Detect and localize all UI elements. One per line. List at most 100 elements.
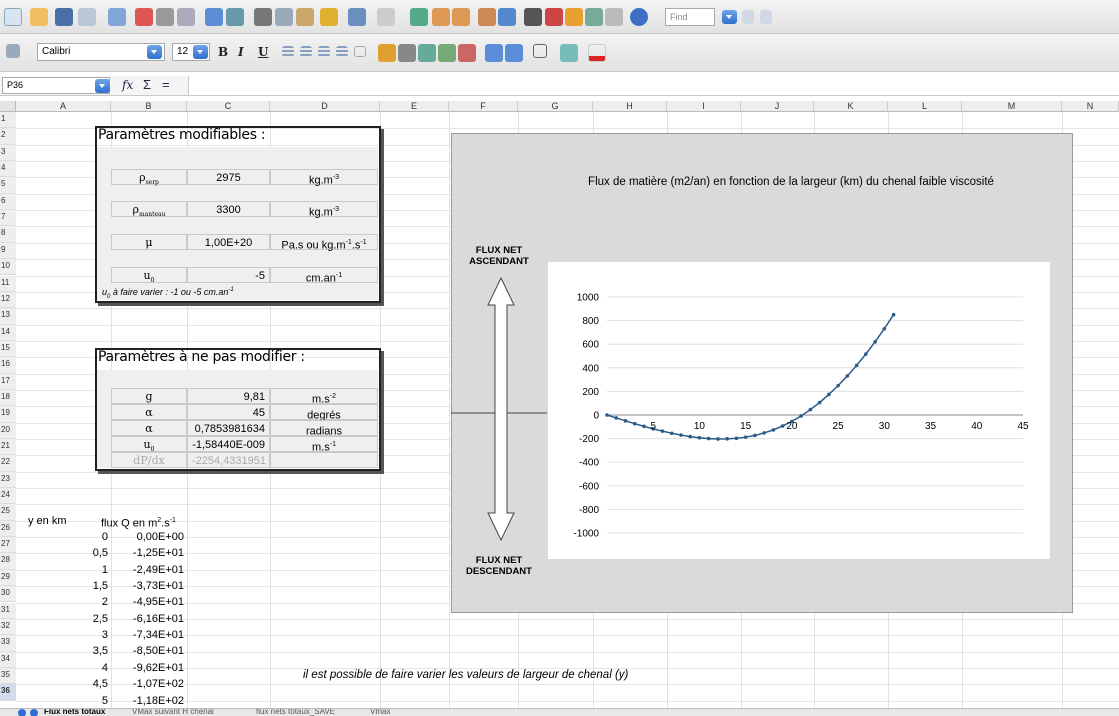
row-header-14[interactable]: 14	[0, 324, 16, 341]
column-header-k[interactable]: K	[814, 101, 888, 112]
row-header-32[interactable]: 32	[0, 618, 16, 636]
row-header-11[interactable]: 11	[0, 275, 16, 292]
column-header-n[interactable]: N	[1062, 101, 1119, 112]
justify-icon[interactable]	[336, 46, 348, 57]
fixed-param-unit-0[interactable]: m.s-2	[270, 388, 378, 406]
y-km-cell[interactable]: 3	[16, 628, 108, 642]
column-header-d[interactable]: D	[270, 101, 380, 112]
param-symbol-2[interactable]: μ	[111, 234, 187, 251]
tab-scroll-right-icon[interactable]	[30, 709, 38, 716]
fixed-param-symbol-1[interactable]: α	[111, 404, 187, 421]
flux-q-cell[interactable]: -1,07E+02	[111, 677, 184, 691]
row-header-25[interactable]: 25	[0, 504, 16, 521]
flux-q-cell[interactable]: -7,34E+01	[111, 628, 184, 642]
font-name-select[interactable]: Calibri	[37, 43, 165, 61]
row-header-9[interactable]: 9	[0, 242, 16, 260]
flux-q-cell[interactable]: -3,73E+01	[111, 579, 184, 593]
find-next-icon[interactable]	[742, 10, 754, 24]
row-header-27[interactable]: 27	[0, 537, 16, 554]
new-document-icon[interactable]	[4, 8, 22, 26]
column-header-b[interactable]: B	[111, 101, 187, 112]
flux-q-cell[interactable]: -1,25E+01	[111, 546, 184, 560]
column-header-e[interactable]: E	[380, 101, 449, 112]
row-header-31[interactable]: 31	[0, 602, 16, 619]
row-header-33[interactable]: 33	[0, 635, 16, 652]
y-km-cell[interactable]: 1,5	[16, 579, 108, 593]
flux-q-cell[interactable]: 0,00E+00	[111, 530, 184, 544]
data-sources-icon[interactable]	[585, 8, 603, 26]
function-equals-icon[interactable]: =	[162, 77, 170, 92]
fixed-param-value-1[interactable]: 45	[187, 404, 270, 421]
tab-vmax[interactable]: Vmax	[370, 709, 390, 716]
y-km-cell[interactable]: 2,5	[16, 612, 108, 626]
y-km-cell[interactable]: 4	[16, 661, 108, 675]
align-right-icon[interactable]	[318, 46, 330, 57]
save-icon[interactable]	[55, 8, 73, 26]
row-header-13[interactable]: 13	[0, 308, 16, 325]
row-header-34[interactable]: 34	[0, 651, 16, 668]
column-header-a[interactable]: A	[16, 101, 111, 112]
y-km-cell[interactable]: 3,5	[16, 644, 108, 658]
find-previous-icon[interactable]	[760, 10, 772, 24]
print-preview-icon[interactable]	[177, 8, 195, 26]
underline-button[interactable]: U	[258, 45, 268, 59]
flux-chart[interactable]: Flux de matière (m2/an) en fonction de l…	[451, 133, 1073, 613]
row-header-8[interactable]: 8	[0, 226, 16, 243]
y-km-cell[interactable]: 1	[16, 563, 108, 577]
row-header-19[interactable]: 19	[0, 406, 16, 423]
fixed-param-symbol-4[interactable]: dP/dx	[111, 452, 187, 469]
row-header-16[interactable]: 16	[0, 357, 16, 374]
fixed-param-symbol-3[interactable]: u0	[111, 436, 187, 453]
row-header-20[interactable]: 20	[0, 422, 16, 439]
column-header-i[interactable]: I	[667, 101, 741, 112]
row-header-29[interactable]: 29	[0, 569, 16, 587]
param-symbol-3[interactable]: u0	[111, 267, 187, 284]
param-value-2[interactable]: 1,00E+20	[187, 234, 270, 251]
y-km-cell[interactable]: 5	[16, 694, 108, 708]
navigator-icon[interactable]	[545, 8, 563, 26]
cut-icon[interactable]	[254, 8, 272, 26]
name-box-dropdown[interactable]	[95, 79, 110, 93]
row-header-22[interactable]: 22	[0, 455, 16, 472]
param-symbol-1[interactable]: ρmanteau	[111, 201, 187, 218]
function-wizard-icon[interactable]: fx	[122, 78, 133, 92]
row-header-35[interactable]: 35	[0, 667, 16, 685]
row-header-6[interactable]: 6	[0, 193, 16, 211]
email-icon[interactable]	[78, 8, 96, 26]
font-color-icon[interactable]	[588, 44, 606, 62]
print-icon[interactable]	[156, 8, 174, 26]
column-header-g[interactable]: G	[518, 101, 593, 112]
sort-descending-icon[interactable]	[452, 8, 470, 26]
gallery-icon[interactable]	[565, 8, 583, 26]
y-km-cell[interactable]: 4,5	[16, 677, 108, 691]
row-header-4[interactable]: 4	[0, 161, 16, 178]
align-center-icon[interactable]	[300, 46, 312, 57]
row-header-24[interactable]: 24	[0, 488, 16, 505]
bold-button[interactable]: B	[218, 45, 228, 59]
increase-indent-icon[interactable]	[505, 44, 523, 62]
row-header-21[interactable]: 21	[0, 439, 16, 456]
sum-icon[interactable]: Σ	[143, 77, 151, 92]
redo-icon[interactable]	[377, 8, 395, 26]
flux-q-cell[interactable]: -8,50E+01	[111, 644, 184, 658]
draw-functions-icon[interactable]	[498, 8, 516, 26]
find-replace-icon[interactable]	[524, 8, 542, 26]
y-km-cell[interactable]: 2	[16, 595, 108, 609]
paste-icon[interactable]	[296, 8, 314, 26]
column-header-m[interactable]: M	[962, 101, 1062, 112]
name-box[interactable]: P36	[2, 77, 110, 94]
currency-format-icon[interactable]	[378, 44, 396, 62]
column-header-c[interactable]: C	[187, 101, 270, 112]
italic-button[interactable]: I	[238, 45, 244, 59]
row-header-12[interactable]: 12	[0, 291, 16, 309]
param-unit-0[interactable]: kg.m-3	[270, 169, 378, 187]
background-color-icon[interactable]	[560, 44, 578, 62]
select-all-corner[interactable]	[0, 101, 16, 112]
chart-icon[interactable]	[478, 8, 496, 26]
edit-file-icon[interactable]	[108, 8, 126, 26]
undo-icon[interactable]	[348, 8, 366, 26]
flux-q-cell[interactable]: -9,62E+01	[111, 661, 184, 675]
sort-ascending-icon[interactable]	[432, 8, 450, 26]
flux-q-cell[interactable]: -4,95E+01	[111, 595, 184, 609]
borders-icon[interactable]	[533, 44, 547, 58]
